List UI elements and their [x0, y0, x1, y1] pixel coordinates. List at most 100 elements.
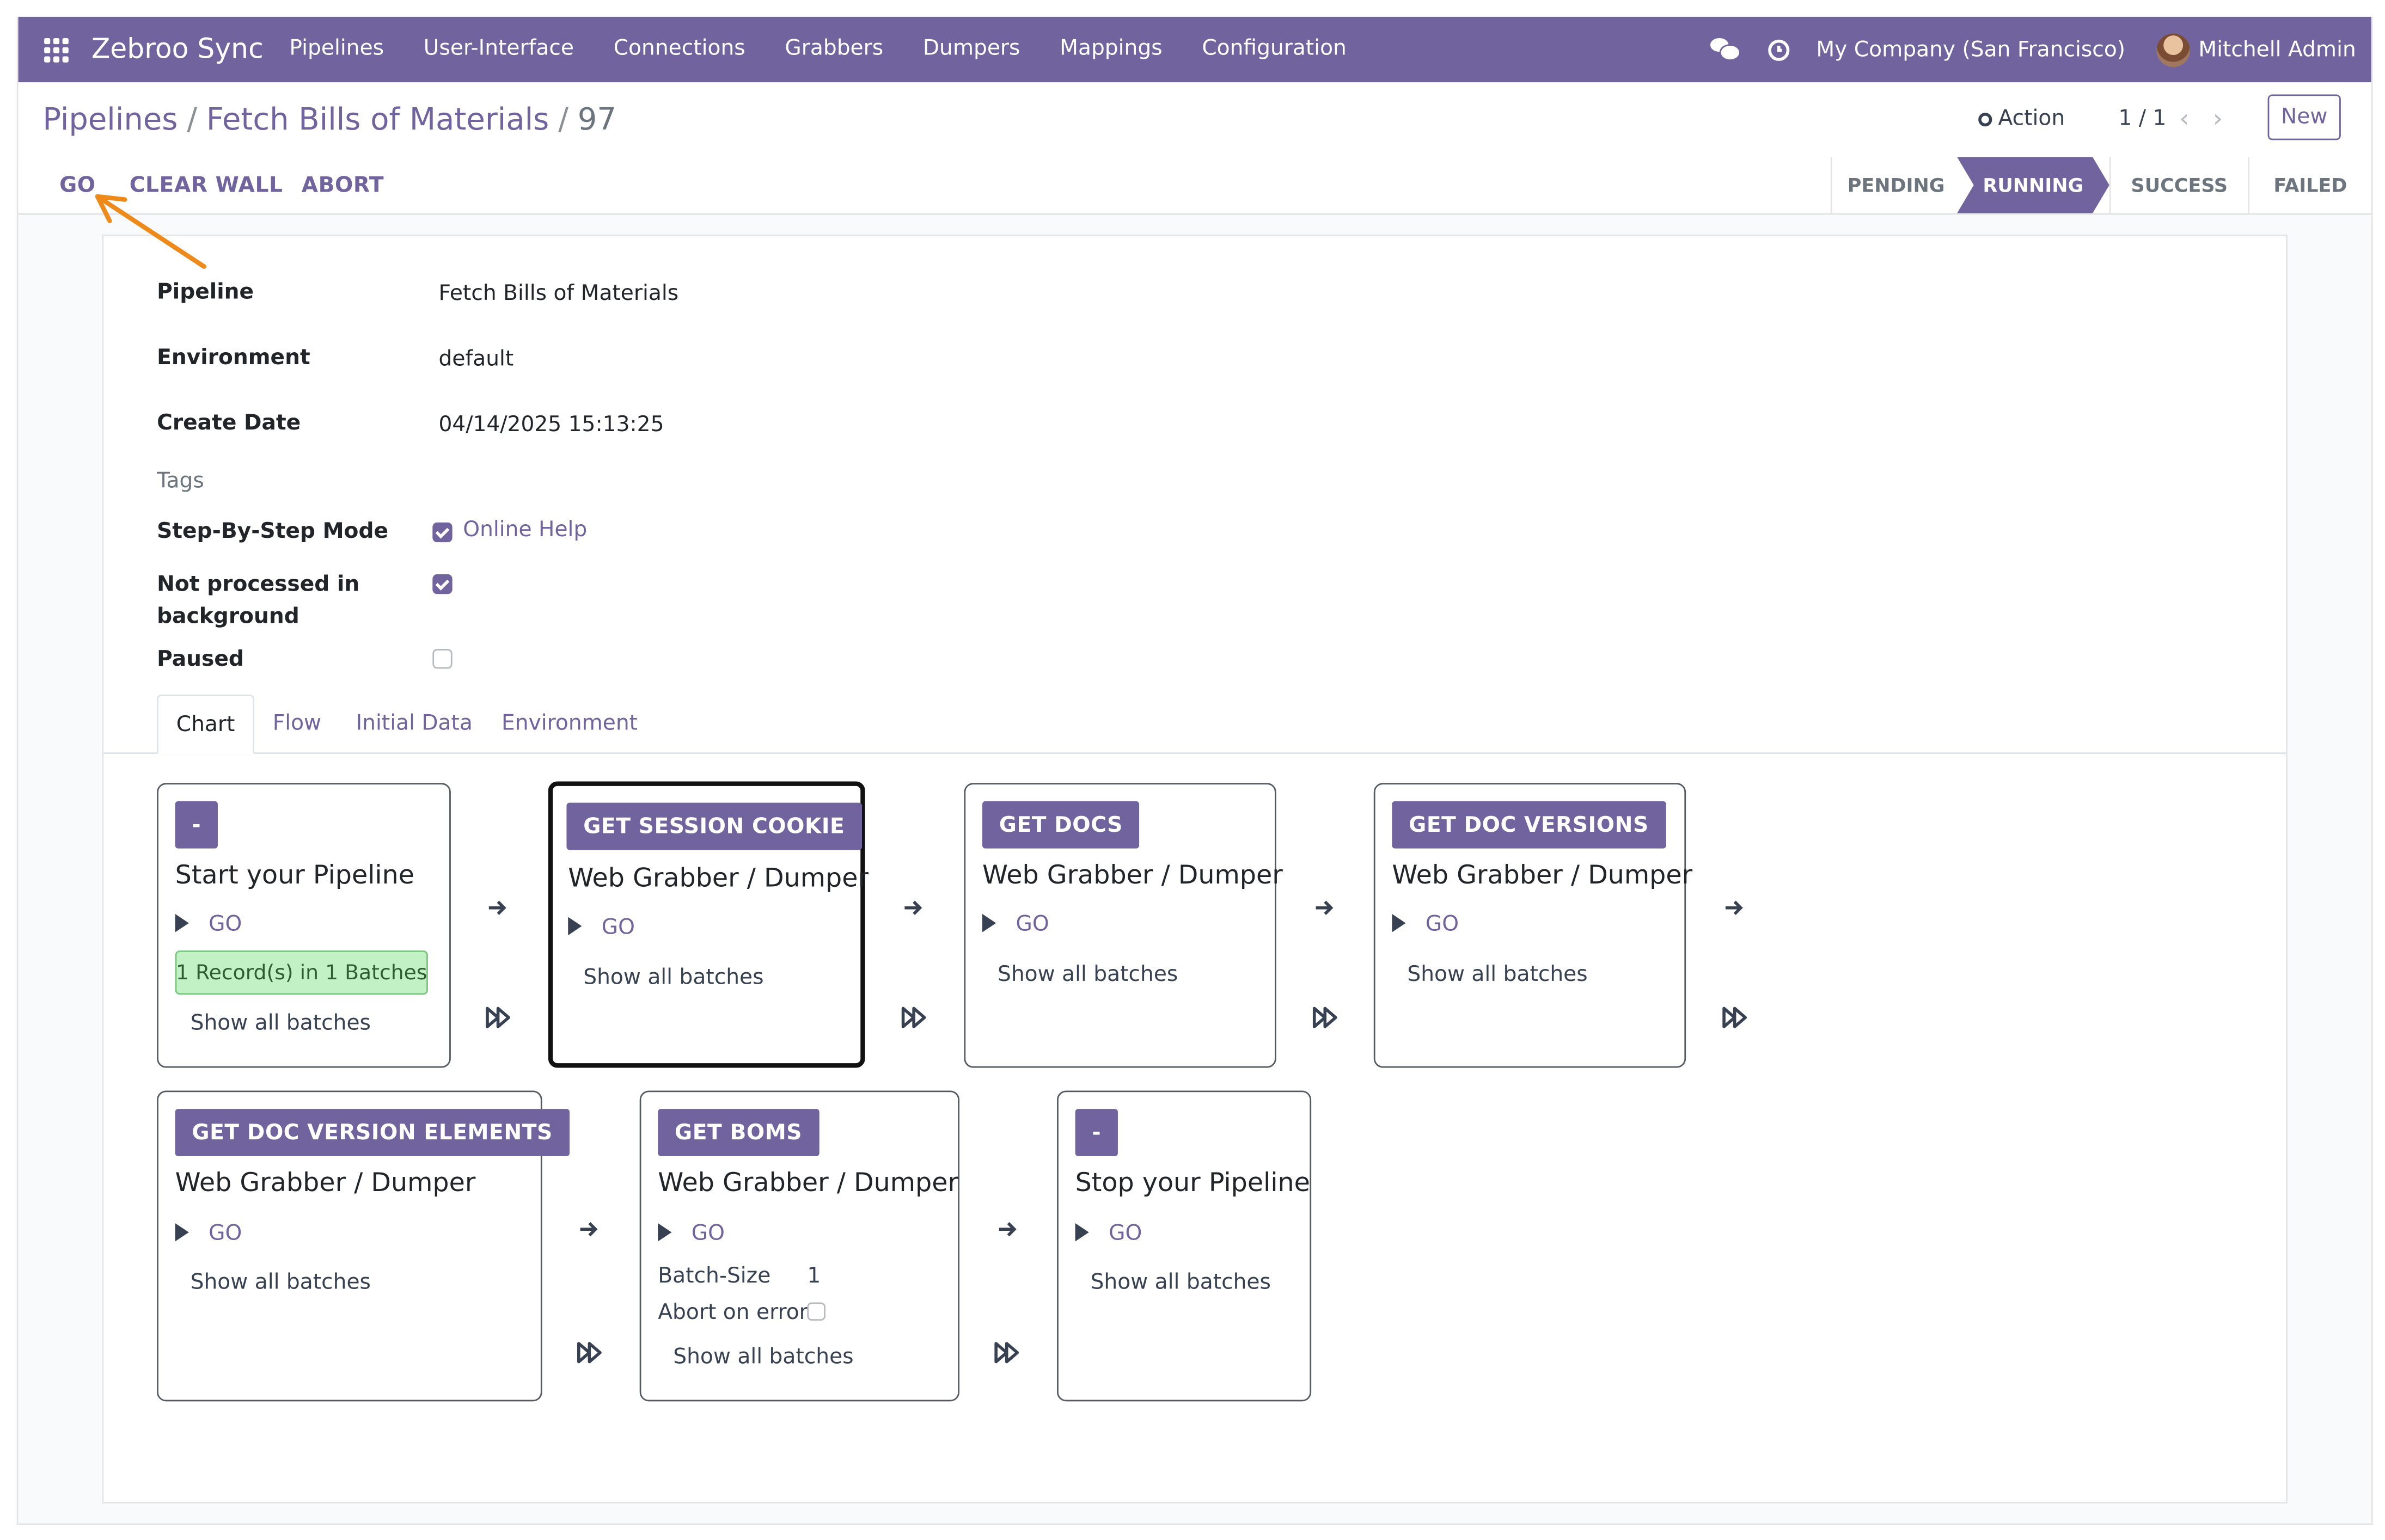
- step-badge[interactable]: GET DOCS: [982, 801, 1140, 849]
- step-go-label: GO: [1109, 1222, 1142, 1246]
- show-all-batches-link[interactable]: Show all batches: [191, 1271, 371, 1295]
- step-badge[interactable]: GET DOC VERSION ELEMENTS: [175, 1109, 570, 1156]
- action-menu-button[interactable]: Action: [1978, 107, 2065, 131]
- breadcrumb-separator: /: [187, 100, 198, 137]
- environment-value[interactable]: default: [439, 347, 514, 372]
- fast-forward-icon[interactable]: [576, 1340, 603, 1365]
- breadcrumb-pipelines[interactable]: Pipelines: [42, 101, 178, 137]
- abort-on-error-label: Abort on error: [658, 1300, 808, 1326]
- fast-forward-icon[interactable]: [484, 1005, 511, 1030]
- pager-previous-icon[interactable]: ‹: [2179, 103, 2189, 132]
- play-icon: [568, 917, 582, 936]
- user-menu[interactable]: Mitchell Admin: [2198, 38, 2356, 63]
- create-date-value: 04/14/2025 15:13:25: [438, 413, 664, 438]
- apps-grid-icon[interactable]: [44, 38, 69, 63]
- chat-bubbles-icon[interactable]: [1709, 35, 1740, 65]
- step-go-button[interactable]: GO: [568, 916, 635, 940]
- step-badge[interactable]: -: [175, 801, 218, 849]
- records-badge[interactable]: 1 Record(s) in 1 Batches: [175, 950, 428, 995]
- step-go-label: GO: [1016, 912, 1049, 937]
- step-title: Web Grabber / Dumper: [982, 860, 1283, 891]
- environment-label: Environment: [157, 346, 310, 370]
- show-all-batches-link[interactable]: Show all batches: [583, 966, 763, 990]
- stage-failed[interactable]: FAILED: [2248, 157, 2371, 213]
- play-icon: [658, 1223, 672, 1242]
- not-processed-checkbox[interactable]: [432, 574, 452, 594]
- tab-initial-data[interactable]: Initial Data: [347, 695, 481, 752]
- menu-pipelines[interactable]: Pipelines: [289, 36, 384, 61]
- show-all-batches-link[interactable]: Show all batches: [1091, 1271, 1271, 1295]
- show-all-batches-link[interactable]: Show all batches: [191, 1011, 371, 1036]
- arrow-right-icon: [488, 900, 506, 915]
- menu-configuration[interactable]: Configuration: [1202, 36, 1347, 61]
- abort-button[interactable]: ABORT: [302, 174, 384, 198]
- pipeline-step-card-selected: GET SESSION COOKIE Web Grabber / Dumper …: [548, 781, 869, 1068]
- new-record-button[interactable]: New: [2267, 94, 2341, 140]
- notebook-tabs: Chart Flow Initial Data Environment: [103, 694, 2286, 754]
- batch-size-value[interactable]: 1: [807, 1265, 821, 1289]
- breadcrumb: Pipelines / Fetch Bills of Materials/97: [42, 101, 616, 137]
- tags-label: Tags: [157, 469, 204, 494]
- step-go-button[interactable]: GO: [1392, 912, 1459, 937]
- step-go-label: GO: [601, 915, 635, 940]
- arrow-right-icon: [1316, 900, 1334, 915]
- menu-grabbers[interactable]: Grabbers: [785, 36, 883, 61]
- menu-connections[interactable]: Connections: [614, 36, 745, 61]
- pipeline-step-card: GET DOC VERSION ELEMENTS Web Grabber / D…: [157, 1090, 570, 1402]
- menu-user-interface[interactable]: User-Interface: [424, 36, 574, 61]
- fast-forward-icon[interactable]: [900, 1005, 927, 1030]
- fast-forward-icon[interactable]: [1721, 1005, 1748, 1030]
- step-title: Web Grabber / Dumper: [1392, 860, 1693, 891]
- fast-forward-icon[interactable]: [993, 1340, 1020, 1365]
- arrow-right-icon: [904, 900, 922, 915]
- step-go-button[interactable]: GO: [982, 912, 1049, 937]
- company-switcher[interactable]: My Company (San Francisco): [1816, 38, 2125, 63]
- menu-dumpers[interactable]: Dumpers: [923, 36, 1020, 61]
- show-all-batches-link[interactable]: Show all batches: [1407, 962, 1587, 987]
- paused-checkbox[interactable]: [432, 649, 452, 669]
- fast-forward-icon[interactable]: [1311, 1005, 1338, 1030]
- batch-size-label: Batch-Size: [658, 1264, 771, 1289]
- systray: My Company (San Francisco) Mitchell Admi…: [1709, 30, 2356, 70]
- play-icon: [982, 913, 996, 932]
- step-badge[interactable]: GET BOMS: [658, 1109, 819, 1156]
- pipeline-value[interactable]: Fetch Bills of Materials: [439, 282, 679, 306]
- pager-value[interactable]: 1 / 1: [2118, 107, 2166, 131]
- abort-on-error-checkbox[interactable]: [807, 1302, 825, 1321]
- breadcrumb-separator: /: [558, 100, 568, 137]
- breadcrumb-pipeline[interactable]: Fetch Bills of Materials: [206, 101, 549, 137]
- control-panel: Pipelines / Fetch Bills of Materials/97 Ac…: [18, 82, 2371, 159]
- step-go-button[interactable]: GO: [1075, 1222, 1142, 1246]
- step-mode-checkbox[interactable]: [432, 522, 452, 543]
- step-go-button[interactable]: GO: [175, 912, 242, 937]
- play-icon: [175, 1223, 189, 1242]
- top-navbar: Zebroo Sync Pipelines User-Interface Con…: [18, 16, 2371, 83]
- step-go-button[interactable]: GO: [175, 1222, 242, 1246]
- show-all-batches-link[interactable]: Show all batches: [998, 962, 1178, 987]
- activity-clock-icon[interactable]: [1767, 39, 1789, 61]
- user-avatar[interactable]: [2156, 33, 2190, 68]
- play-icon: [1392, 913, 1406, 932]
- show-all-batches-link[interactable]: Show all batches: [673, 1345, 853, 1370]
- arrow-right-icon: [999, 1222, 1017, 1237]
- step-badge[interactable]: GET SESSION COOKIE: [566, 802, 862, 850]
- create-date-label: Create Date: [157, 411, 301, 436]
- online-help-link[interactable]: Online Help: [463, 518, 587, 542]
- tab-environment[interactable]: Environment: [497, 695, 643, 752]
- step-badge[interactable]: -: [1075, 1109, 1118, 1156]
- paused-label: Paused: [157, 647, 244, 672]
- stage-pending[interactable]: PENDING: [1830, 157, 1960, 213]
- app-root: Zebroo Sync Pipelines User-Interface Con…: [0, 0, 2385, 1540]
- app-brand[interactable]: Zebroo Sync: [91, 34, 264, 66]
- main-menu: Pipelines User-Interface Connections Gra…: [289, 36, 1346, 61]
- step-title: Web Grabber / Dumper: [568, 863, 869, 894]
- step-badge[interactable]: GET DOC VERSIONS: [1392, 801, 1666, 849]
- step-go-button[interactable]: GO: [658, 1222, 725, 1246]
- tab-flow[interactable]: Flow: [262, 695, 332, 752]
- menu-mappings[interactable]: Mappings: [1060, 36, 1162, 61]
- stage-running[interactable]: RUNNING: [1957, 157, 2109, 213]
- stage-success[interactable]: SUCCESS: [2109, 157, 2248, 213]
- odoo-window: Zebroo Sync Pipelines User-Interface Con…: [16, 16, 2373, 1525]
- pager-next-icon[interactable]: ›: [2213, 103, 2223, 132]
- tab-chart[interactable]: Chart: [157, 694, 255, 754]
